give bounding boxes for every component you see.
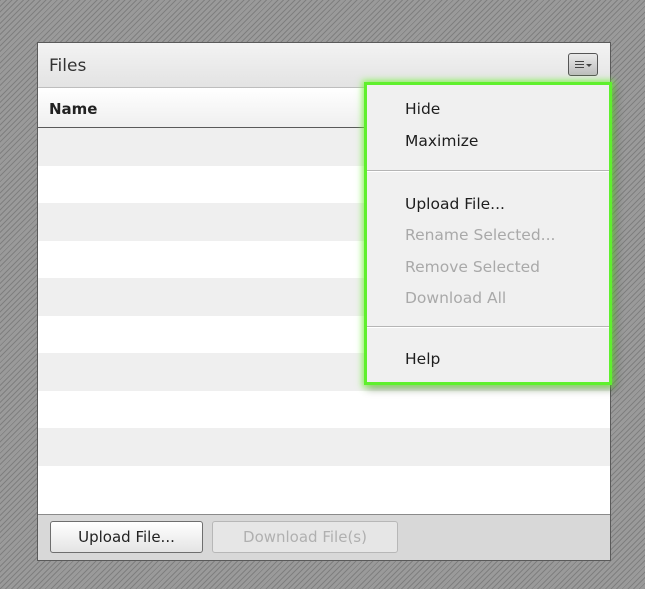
menu-item-hide[interactable]: Hide: [405, 100, 440, 118]
table-row: [38, 428, 610, 466]
chevron-down-icon: [585, 63, 592, 67]
menu-lines-icon: [574, 61, 584, 68]
table-row: [38, 465, 610, 503]
menu-item-help[interactable]: Help: [405, 350, 440, 368]
menu-item-remove-selected: Remove Selected: [405, 258, 541, 276]
menu-item-upload-file[interactable]: Upload File...: [405, 195, 505, 213]
pod-options-menu: Hide Maximize Upload File... Rename Sele…: [364, 82, 612, 385]
table-row: [38, 390, 610, 428]
menu-separator: [367, 170, 609, 172]
pod-footer: Upload File... Download File(s): [38, 514, 610, 560]
pod-title: Files: [49, 56, 87, 76]
download-files-button: Download File(s): [212, 521, 398, 553]
upload-file-button[interactable]: Upload File...: [50, 521, 203, 553]
menu-item-maximize[interactable]: Maximize: [405, 132, 478, 150]
pod-options-button[interactable]: [568, 53, 598, 76]
menu-separator: [367, 326, 609, 328]
menu-item-download-all: Download All: [405, 289, 507, 307]
menu-item-rename-selected: Rename Selected...: [405, 226, 556, 244]
column-header-label: Name: [49, 100, 98, 118]
